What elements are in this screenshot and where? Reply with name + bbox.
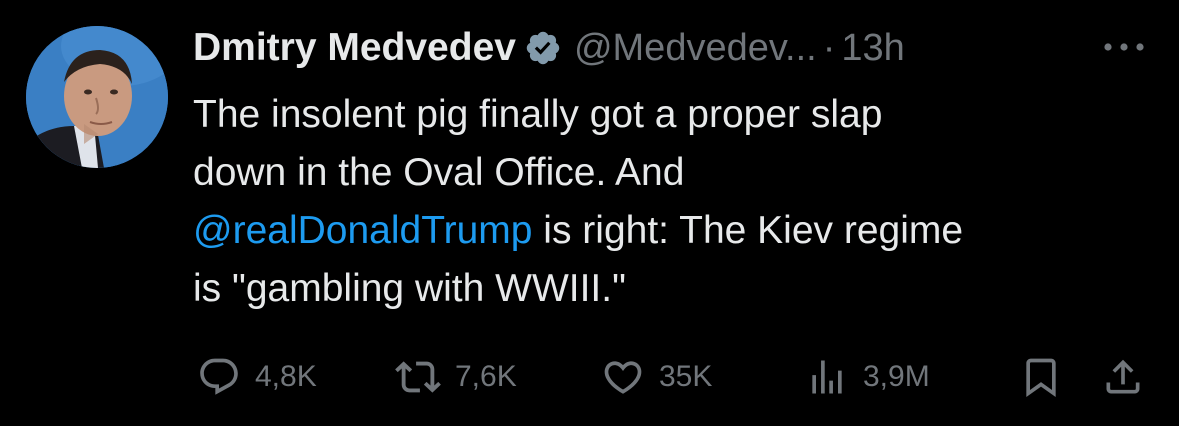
tweet-text: The insolent pig finally got a proper sl… [193,86,1153,318]
bookmark-button[interactable] [1019,352,1063,402]
reply-icon [197,355,241,399]
separator-dot: · [822,26,836,69]
views-button[interactable]: 3,9M [805,352,930,402]
tweet-text-line: down in the Oval Office. And [193,151,685,194]
avatar-image [26,26,168,168]
views-count: 3,9M [863,360,930,393]
retweet-count: 7,6K [455,360,517,393]
share-icon [1101,355,1145,399]
author-handle[interactable]: @Medvedev... [574,27,817,70]
tweet-timestamp[interactable]: 13h [841,27,904,70]
tweet-header: Dmitry Medvedev @Medvedev... · 13h [193,20,905,76]
reply-button[interactable]: 4,8K [197,352,317,402]
author-display-name[interactable]: Dmitry Medvedev [193,26,516,70]
like-count: 35K [659,360,713,393]
retweet-button[interactable]: 7,6K [395,352,517,402]
reply-count: 4,8K [255,360,317,393]
mention-link[interactable]: @realDonaldTrump [193,209,532,252]
views-icon [805,355,849,399]
like-button[interactable]: 35K [601,352,712,402]
heart-icon [601,355,645,399]
bookmark-icon [1019,355,1063,399]
retweet-icon [395,354,441,400]
tweet-text-segment: is right: The Kiev regime [532,209,964,252]
avatar[interactable] [26,26,168,168]
share-button[interactable] [1101,352,1145,402]
tweet-text-line: @realDonaldTrump is right: The Kiev regi… [193,202,1153,260]
more-icon[interactable] [1098,30,1150,64]
tweet-actions: 4,8K 7,6K 35K 3,9M [193,352,1153,402]
tweet-text-line: is "gambling with WWIII." [193,267,626,310]
tweet-text-line: The insolent pig finally got a proper sl… [193,93,883,136]
verified-badge-icon [524,29,562,67]
